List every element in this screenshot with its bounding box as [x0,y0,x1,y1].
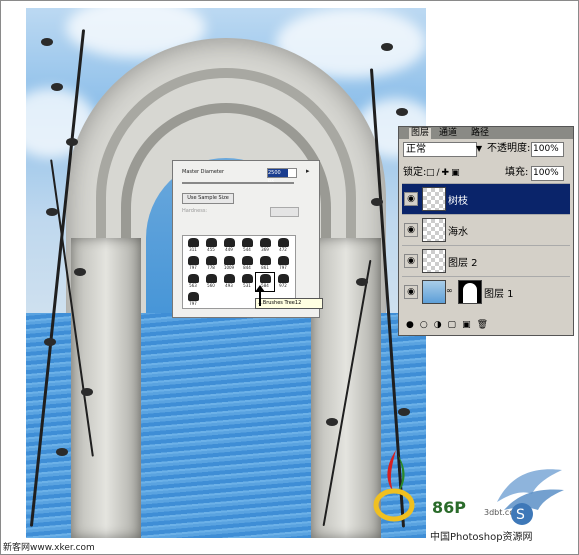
layer-name: 树枝 [448,196,468,207]
tree-brush-icon [205,274,217,283]
86p-logo-icon [373,450,415,522]
brush-thumbnail[interactable]: 544 [238,237,256,255]
leaf [398,408,410,416]
brush-thumbnail[interactable]: 797 [274,255,292,273]
leaf [46,208,58,216]
tree-brush-icon [205,256,217,265]
tree-brush-icon [187,292,199,301]
tab-paths[interactable]: 路径 [469,128,491,139]
layer-mask-thumbnail[interactable] [458,280,482,304]
layer-action-icons[interactable]: ●○◑▢▣🗑 [402,319,574,331]
tree-brush-icon [259,256,271,265]
brush-tooltip: ...Brushes Tree12 [255,298,323,309]
blend-mode-select[interactable]: 正常 [403,142,477,157]
brush-thumbnail[interactable]: 797 [184,255,202,273]
leaf [44,338,56,346]
leaf [326,418,338,426]
layers-panel[interactable]: 图层 通道 路径 正常 ▼ 不透明度: 100% 锁定: □∕✚▣ 填充: 10… [398,126,574,336]
brush-thumbnail[interactable]: 861 [256,255,274,273]
leaf [51,83,63,91]
layer-thumbnail [422,249,446,273]
master-diameter-value: 2500 px [268,169,288,184]
leaf [381,43,393,51]
leaf [74,268,86,276]
panel-menu-icon[interactable]: ▸ [306,167,310,175]
link-chain-icon[interactable]: ∞ [446,286,453,295]
layer-name: 图层 2 [448,258,478,269]
layer-row-layer-1[interactable]: ◉ ∞ 图层 1 [402,276,570,307]
brush-thumbnail[interactable]: 797 [184,291,202,309]
tree-brush-icon [187,274,199,283]
fill-input[interactable]: 100% [531,166,564,181]
brush-thumbnail[interactable]: 493 [220,273,238,291]
brush-thumbnail[interactable]: 1009 [220,255,238,273]
lock-label: 锁定: [403,167,427,178]
opacity-input[interactable]: 100% [531,142,564,157]
tree-brush-icon [241,256,253,265]
diameter-slider[interactable] [182,182,294,184]
layer-name: 海水 [448,227,468,238]
watermark-86p: 86P [432,498,466,517]
layer-name: 图层 1 [484,289,514,300]
tree-brush-icon [205,238,217,247]
use-sample-size-button[interactable]: Use Sample Size [182,193,234,204]
layer-thumbnail [422,187,446,211]
tree-brush-icon [259,274,271,283]
arrow-up-icon [255,285,265,306]
visibility-eye-icon[interactable]: ◉ [404,285,418,299]
visibility-eye-icon[interactable]: ◉ [404,192,418,206]
tab-layers[interactable]: 图层 [409,128,432,139]
tree-brush-icon [277,238,289,247]
brush-thumbnail[interactable]: 311 [184,237,202,255]
tab-channels[interactable]: 通道 [437,128,459,139]
visibility-eye-icon[interactable]: ◉ [404,254,418,268]
brush-thumbnail[interactable]: 455 [202,237,220,255]
visibility-eye-icon[interactable]: ◉ [404,223,418,237]
opacity-label: 不透明度: [487,143,531,154]
watermark-xker: 新客网www.xker.com [3,543,95,553]
brush-thumbnail[interactable]: 844 [238,255,256,273]
tree-brush-icon [187,238,199,247]
tree-brush-icon [223,256,235,265]
brush-thumbnail[interactable]: 560 [202,273,220,291]
tree-brush-icon [223,238,235,247]
fill-label: 填充: [505,167,529,178]
master-diameter-label: Master Diameter [182,169,225,175]
leaf [66,138,78,146]
brush-thumbnail[interactable]: 449 [220,237,238,255]
tree-brush-icon [241,274,253,283]
leaf [356,278,368,286]
tree-brush-icon [277,256,289,265]
brush-thumbnail[interactable]: 531 [238,273,256,291]
brush-thumbnail[interactable]: 472 [274,237,292,255]
leaf [81,388,93,396]
leaf [41,38,53,46]
leaf [371,198,383,206]
layer-row-layer-2[interactable]: ◉ 图层 2 [402,245,570,276]
tree-brush-icon [259,238,271,247]
tree-brush-icon [241,238,253,247]
tree-brush-icon [277,274,289,283]
svg-text:S: S [516,507,525,523]
winged-s-logo-icon: S [497,469,564,525]
brush-thumbnail[interactable]: 972 [274,273,292,291]
leaf [56,448,68,456]
brush-thumbnail[interactable]: 369 [256,237,274,255]
brush-thumbnail[interactable]: 778 [202,255,220,273]
brush-thumbnail[interactable]: 563 [184,273,202,291]
hardness-input[interactable] [270,207,299,217]
hardness-label: Hardness: [182,208,208,214]
layer-row-sea[interactable]: ◉ 海水 [402,214,570,245]
layer-thumbnail [422,218,446,242]
tree-brush-icon [223,274,235,283]
master-diameter-input[interactable]: 2500 px [267,168,297,184]
leaf [396,108,408,116]
panel-tabs: 图层 通道 路径 [399,127,573,139]
chevron-down-icon[interactable]: ▼ [476,142,482,155]
tree-brush-icon [187,256,199,265]
lock-options-icons[interactable]: □∕✚▣ [426,167,462,179]
layer-row-branches[interactable]: ◉ 树枝 [402,183,570,214]
layer-thumbnail [422,280,446,304]
brush-preset-picker[interactable]: Master Diameter 2500 px ▸ Use Sample Siz… [172,160,320,318]
